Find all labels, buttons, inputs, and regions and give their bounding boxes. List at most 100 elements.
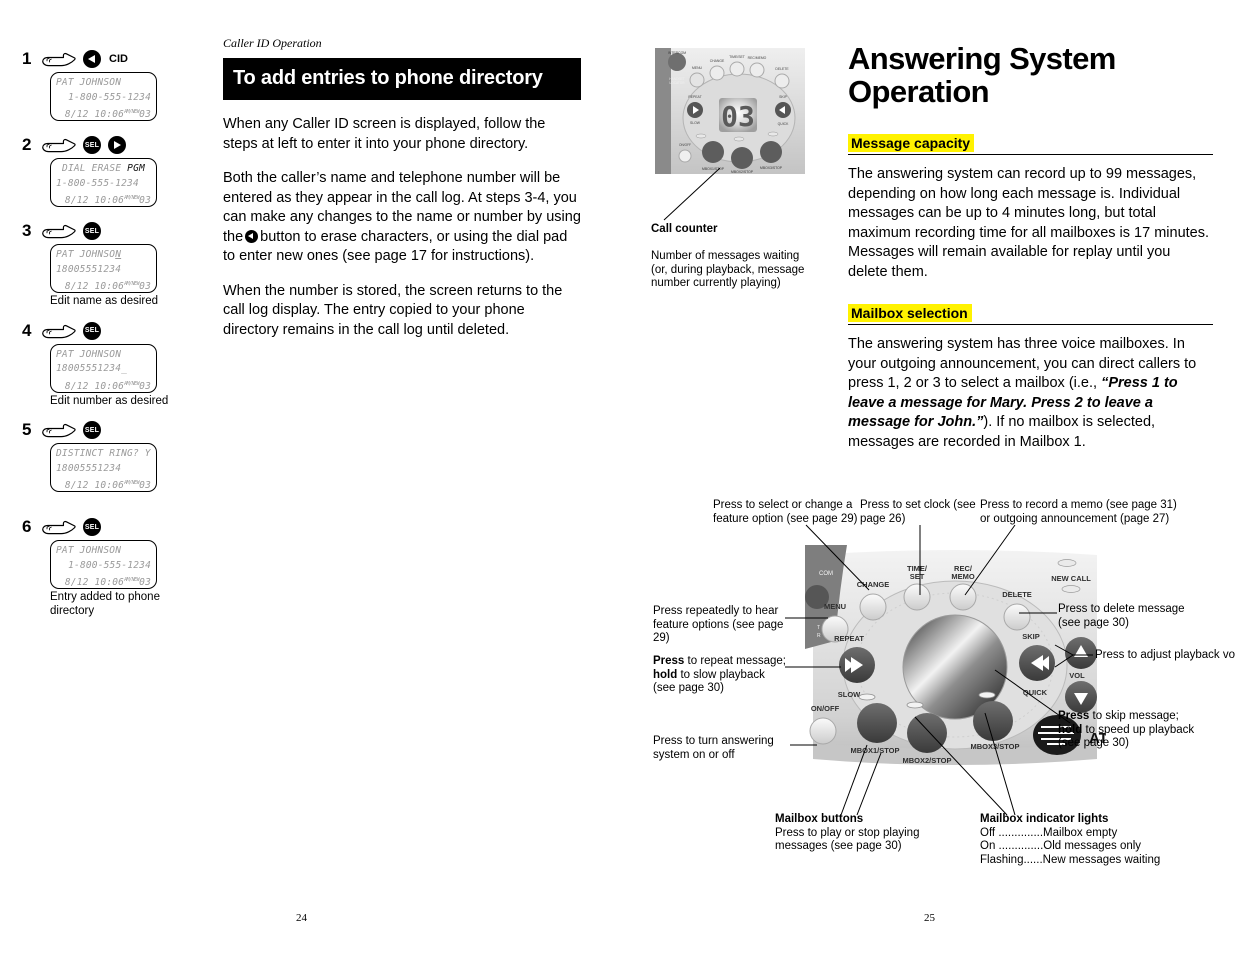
svg-text:MBOX1/STOP: MBOX1/STOP [850, 746, 899, 755]
lcd-line-3: 8/12 10:06AM/NEW03 [64, 480, 151, 492]
step-5-lcd-display: DISTINCT RING? Y 18005551234 8/12 10:06A… [50, 443, 157, 492]
step-2-header: 2 SEL [22, 132, 202, 158]
step-1-number: 1 [22, 49, 32, 68]
step-4-lcd-display: PAT JOHNSON 18005551234_ 8/12 10:06AM/NE… [50, 343, 157, 393]
svg-text:QUICK: QUICK [778, 122, 789, 126]
svg-text:CHANGE: CHANGE [710, 59, 725, 63]
callout-rec-memo-button: Press to record a memo (see page 31) or … [980, 499, 1177, 525]
steps-column: 1 CID PAT JOHNSON 1-800-555-1234 8/12 10… [22, 46, 202, 622]
svg-text:DELETE: DELETE [775, 67, 789, 71]
pointing-hand-icon [42, 423, 76, 438]
step-5: 5 SEL DISTINCT RING? Y 18005551234 8/12 … [22, 417, 202, 492]
step-6-number: 6 [22, 517, 32, 536]
step-2-lcd-display: DIAL ERASE PGM 1-800-555-1234 8/12 10:06… [50, 158, 157, 207]
callout-repeat-bold: Press [653, 655, 685, 667]
svg-text:ON/OFF: ON/OFF [679, 143, 691, 147]
message-capacity-heading-wrap: Message capacity [848, 134, 1213, 155]
step-3: 3 SEL PAT JOHNSON 18005551234 8/12 10:06… [22, 218, 202, 309]
svg-text:TIME/SET: TIME/SET [729, 55, 745, 59]
svg-text:REC/MEMO: REC/MEMO [748, 56, 767, 60]
svg-text:COM: COM [819, 571, 833, 577]
pointing-hand-icon [42, 324, 76, 338]
callout-delete-button: Press to delete message (see page 30) [1058, 603, 1185, 629]
page-number-right: 25 [924, 912, 935, 924]
pointing-hand-icon [42, 224, 76, 239]
svg-text:SKIP: SKIP [779, 95, 787, 99]
message-capacity-body: The answering system can record up to 99… [848, 166, 1210, 280]
svg-text:T: T [817, 625, 820, 631]
step-2: 2 SEL DIAL ERASE PGM 1-800-555-1234 8/12… [22, 132, 202, 207]
callout-mailbox-buttons: Mailbox buttons Press to play or stop pl… [775, 813, 945, 854]
lcd-line-2: 18005551234 [56, 462, 122, 474]
control-panel-diagram: COM T R CHANGE TIME/ SET REC/ MEMO MENU … [645, 495, 1235, 875]
step-3-number: 3 [22, 221, 32, 240]
answering-system-column: Answering System Operation Message capac… [848, 42, 1213, 474]
section-title-bar: To add entries to phone directory [223, 58, 581, 100]
step-5-header: 5 SEL [22, 417, 202, 443]
step-3-header: 3 SEL [22, 218, 202, 244]
svg-text:REPEAT: REPEAT [834, 634, 864, 643]
pointing-hand-icon [42, 52, 76, 67]
lcd-line-3: 8/12 10:06AM/NEW03 [64, 195, 151, 207]
mailbox-selection-heading: Mailbox selection [848, 304, 972, 322]
callout-mailbox-lights-line-3: Flashing......New messages waiting [980, 853, 1161, 866]
step-3-lcd-display: PAT JOHNSON 18005551234 8/12 10:06AM/NEW… [50, 244, 157, 293]
callout-repeat-line3: (see page 30) [653, 682, 724, 694]
lcd-line-2: 1-800-555-1234 [68, 91, 151, 103]
lcd-line-3: 8/12 10:06AM/NEW03 [64, 577, 151, 589]
sel-button[interactable]: SEL [83, 136, 101, 154]
step-4-caption: Edit number as desired [50, 394, 169, 407]
paragraph-1: When any Caller ID screen is displayed, … [223, 116, 546, 152]
sel-button[interactable]: SEL [83, 421, 101, 439]
step-6-header: 6 SEL [22, 514, 202, 540]
page-number-left: 24 [296, 912, 307, 924]
step-6: 6 SEL PAT JOHNSON 1-800-555-1234 8/12 10… [22, 514, 202, 618]
svg-text:LOCATOR: LOCATOR [669, 81, 685, 85]
svg-text:SKIP: SKIP [1022, 632, 1040, 641]
callout-skip-rest2: to speed up playback [1082, 723, 1195, 736]
step-1-header: 1 CID [22, 46, 202, 72]
sel-button[interactable]: SEL [83, 518, 101, 536]
cid-left-arrow-button[interactable] [83, 50, 101, 68]
callout-repeat-bold2: hold [653, 668, 678, 681]
lcd-line-1: PAT JOHNSON [56, 77, 122, 88]
running-head: Caller ID Operation [223, 36, 322, 50]
callout-skip-line3: (see page 30) [1058, 737, 1129, 749]
step-6-lcd-display: PAT JOHNSON 1-800-555-1234 8/12 10:06AM/… [50, 540, 157, 589]
phone-base-photo-call-counter: INTERCOM HANDSET LOCATOR MENU CHANGE TIM… [655, 48, 805, 174]
lcd-line-2: 1-800-555-1234 [68, 559, 151, 571]
main-text-column: Caller ID Operation To add entries to ph… [223, 36, 581, 340]
mailbox-selection-body: The answering system has three voice mai… [848, 335, 1213, 452]
step-4: 4 SEL PAT JOHNSON 18005551234_ 8/12 10:0… [22, 318, 202, 409]
paragraph-3: When the number is stored, the screen re… [223, 282, 563, 338]
callout-skip-rest: to skip message; [1089, 710, 1179, 722]
step-5-number: 5 [22, 420, 32, 439]
manual-spread: 1 CID PAT JOHNSON 1-800-555-1234 8/12 10… [0, 0, 1235, 954]
svg-text:ON/OFF: ON/OFF [811, 704, 840, 713]
sel-button[interactable]: SEL [83, 321, 101, 340]
right-arrow-button[interactable] [108, 136, 126, 154]
callout-repeat-rest2: to slow playback [677, 668, 765, 681]
svg-text:MBOX3/STOP: MBOX3/STOP [970, 742, 1019, 751]
callout-menu-button: Press repeatedly to hear feature options… [653, 605, 784, 644]
step-4-number: 4 [22, 320, 32, 340]
step-3-caption: Edit name as desired [50, 295, 159, 307]
lcd-line-1: PAT JOHNSON [56, 348, 122, 360]
paragraph-2: Both the caller’s name and telephone num… [223, 169, 581, 267]
lcd-line-1: DIAL ERASE PGM [62, 163, 145, 174]
lcd-line-3: 8/12 10:06AM/NEW03 [64, 281, 151, 293]
callout-repeat-rest: to repeat message; [684, 655, 786, 667]
sel-button[interactable]: SEL [83, 222, 101, 240]
lcd-line-2: 18005551234_ [56, 363, 128, 374]
pointing-hand-icon [42, 520, 76, 535]
svg-text:03: 03 [721, 100, 755, 133]
callout-time-set-button: Press to set clock (see page 26) [860, 499, 976, 525]
lcd-line-1: PAT JOHNSON [56, 249, 122, 260]
call-counter-leader-line [663, 168, 721, 221]
callout-skip-bold: Press [1058, 710, 1090, 722]
step-4-header: 4 SEL [22, 318, 202, 344]
svg-text:SLOW: SLOW [690, 121, 701, 125]
call-counter-title: Call counter [651, 223, 718, 235]
svg-text:MBOX3/STOP: MBOX3/STOP [760, 166, 783, 170]
paragraph-2-part-b: button to erase characters, or using the… [223, 228, 568, 265]
